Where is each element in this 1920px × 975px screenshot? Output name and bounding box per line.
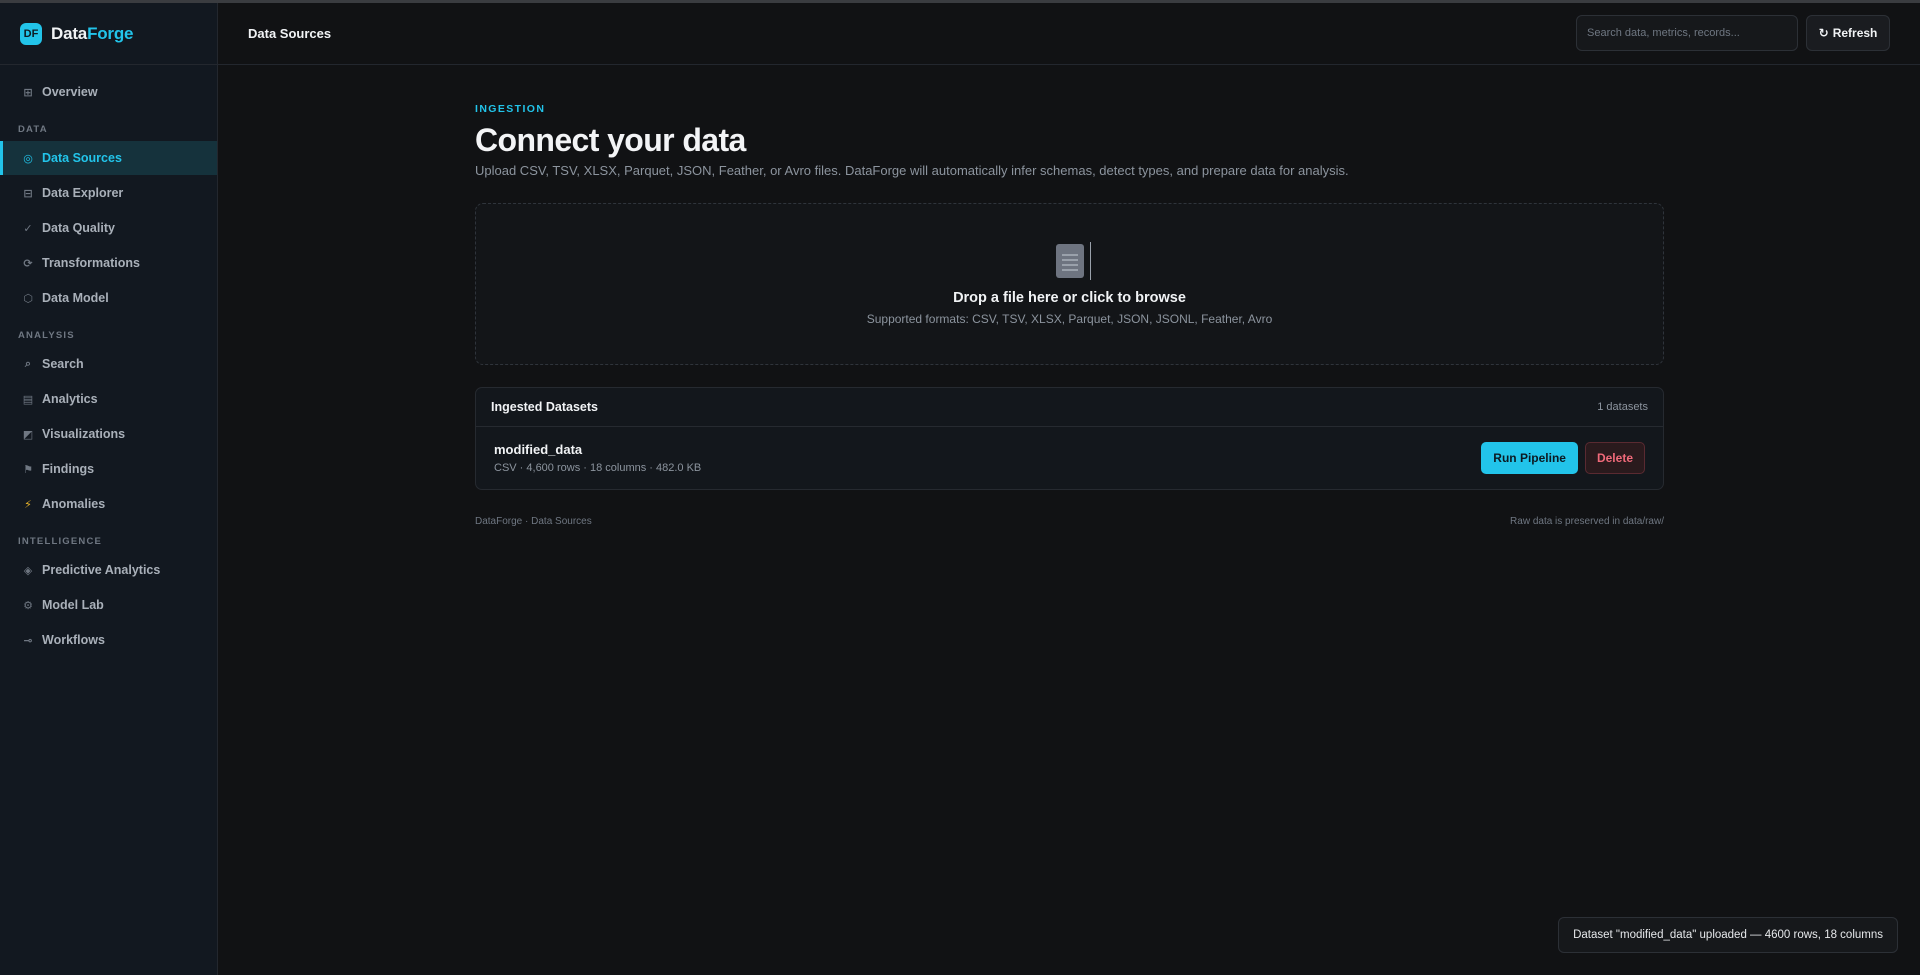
sidebar-item-label: Data Sources — [42, 151, 122, 165]
sidebar-item-data-model[interactable]: ⬡ Data Model — [0, 281, 217, 315]
sidebar-item-predictive-analytics[interactable]: ◈ Predictive Analytics — [0, 553, 217, 587]
main-content: INGESTION Connect your data Upload CSV, … — [475, 103, 1664, 527]
target-icon: ◎ — [23, 152, 33, 165]
sidebar-item-label: Findings — [42, 462, 95, 476]
dataset-info: modified_data CSV · 4,600 rows · 18 colu… — [494, 442, 701, 474]
sidebar-item-label: Overview — [42, 85, 98, 99]
dataset-meta: CSV · 4,600 rows · 18 columns · 482.0 KB — [494, 462, 702, 474]
sidebar-item-label: Data Explorer — [42, 186, 124, 200]
datasets-header: Ingested Datasets 1 datasets — [476, 388, 1663, 427]
sidebar-item-label: Analytics — [42, 392, 98, 406]
delete-button[interactable]: Delete — [1584, 442, 1645, 474]
run-pipeline-button[interactable]: Run Pipeline — [1481, 442, 1578, 474]
sidebar-item-findings[interactable]: ⚑ Findings — [0, 452, 217, 486]
brand-name-part2: Forge — [87, 23, 134, 43]
sidebar-item-search[interactable]: ⌕ Search — [0, 347, 217, 381]
sidebar-item-visualizations[interactable]: ◩ Visualizations — [0, 417, 217, 451]
sidebar-item-label: Visualizations — [42, 427, 126, 441]
sidebar-item-overview[interactable]: ⊞ Overview — [0, 75, 217, 109]
dropzone-title: Drop a file here or click to browse — [953, 290, 1186, 306]
datasets-count: 1 datasets — [1597, 401, 1648, 413]
sidebar-item-data-explorer[interactable]: ⊟ Data Explorer — [0, 176, 217, 210]
lightning-icon: ⚡ — [24, 498, 32, 511]
sidebar-item-label: Data Quality — [42, 221, 115, 235]
nav-section-intelligence: INTELLIGENCE — [18, 536, 103, 547]
sidebar-item-label: Transformations — [42, 256, 140, 270]
file-icon — [1053, 242, 1091, 280]
dropzone-formats: Supported formats: CSV, TSV, XLSX, Parqu… — [866, 312, 1273, 326]
dataset-name: modified_data — [494, 442, 583, 457]
chart-icon: ◩ — [22, 428, 34, 441]
sidebar: DF DataForge ⊞ Overview DATA ◎ Data Sour… — [0, 3, 218, 975]
ingested-datasets-panel: Ingested Datasets 1 datasets modified_da… — [475, 387, 1664, 490]
sidebar-item-label: Search — [42, 357, 84, 371]
sidebar-item-label: Data Model — [42, 291, 109, 305]
topbar: Data Sources ↻ Refresh — [218, 3, 1920, 65]
page-footer: DataForge · Data Sources Raw data is pre… — [475, 516, 1664, 527]
dataset-actions: Run Pipeline Delete — [1481, 442, 1645, 474]
sidebar-item-data-sources[interactable]: ◎ Data Sources — [0, 141, 217, 175]
search-input[interactable] — [1576, 15, 1798, 51]
footer-left: DataForge · Data Sources — [475, 516, 592, 527]
sidebar-item-analytics[interactable]: ▤ Analytics — [0, 382, 217, 416]
sidebar-item-anomalies[interactable]: ⚡ Anomalies — [0, 487, 217, 521]
brand[interactable]: DF DataForge — [0, 3, 217, 65]
flow-icon: ⊸ — [23, 634, 33, 647]
flag-icon: ⚑ — [23, 463, 33, 476]
check-icon: ✓ — [23, 222, 33, 235]
dataset-row: modified_data CSV · 4,600 rows · 18 colu… — [476, 427, 1663, 489]
brand-name-part1: Data — [51, 23, 88, 43]
section-eyebrow: INGESTION — [475, 103, 546, 115]
brand-name: DataForge — [51, 24, 133, 44]
sidebar-item-model-lab[interactable]: ⚙ Model Lab — [0, 588, 217, 622]
hexagon-icon: ⬡ — [23, 292, 33, 305]
cycle-icon: ⟳ — [23, 257, 33, 270]
sidebar-item-label: Anomalies — [42, 497, 106, 511]
grid-icon: ⊞ — [23, 86, 33, 99]
upload-toast: Dataset "modified_data" uploaded — 4600 … — [1558, 917, 1898, 953]
sidebar-item-data-quality[interactable]: ✓ Data Quality — [0, 211, 217, 245]
search-icon: ⌕ — [24, 357, 32, 370]
page-title: Data Sources — [248, 26, 332, 41]
nav-section-data: DATA — [18, 124, 48, 135]
file-dropzone[interactable]: Drop a file here or click to browse Supp… — [475, 203, 1664, 365]
gear-icon: ⚙ — [23, 599, 33, 612]
footer-right: Raw data is preserved in data/raw/ — [1510, 516, 1664, 527]
page-heading: Connect your data — [475, 122, 746, 158]
sidebar-item-label: Model Lab — [42, 598, 104, 612]
sidebar-item-workflows[interactable]: ⊸ Workflows — [0, 623, 217, 657]
brand-logo-icon: DF — [20, 22, 42, 45]
sidebar-item-label: Predictive Analytics — [42, 563, 161, 577]
refresh-button[interactable]: ↻ Refresh — [1806, 15, 1890, 51]
sidebar-item-transformations[interactable]: ⟳ Transformations — [0, 246, 217, 280]
refresh-label: Refresh — [1832, 26, 1878, 40]
refresh-icon: ↻ — [1818, 26, 1829, 40]
nav-section-analysis: ANALYSIS — [18, 330, 75, 341]
page-subtitle: Upload CSV, TSV, XLSX, Parquet, JSON, Fe… — [475, 163, 1349, 178]
sidebar-nav: ⊞ Overview DATA ◎ Data Sources ⊟ Data Ex… — [0, 65, 217, 657]
sidebar-item-label: Workflows — [42, 633, 105, 647]
bars-icon: ▤ — [22, 393, 34, 406]
diamond-icon: ◈ — [23, 564, 33, 577]
datasets-title: Ingested Datasets — [491, 400, 598, 414]
table-icon: ⊟ — [23, 187, 33, 200]
